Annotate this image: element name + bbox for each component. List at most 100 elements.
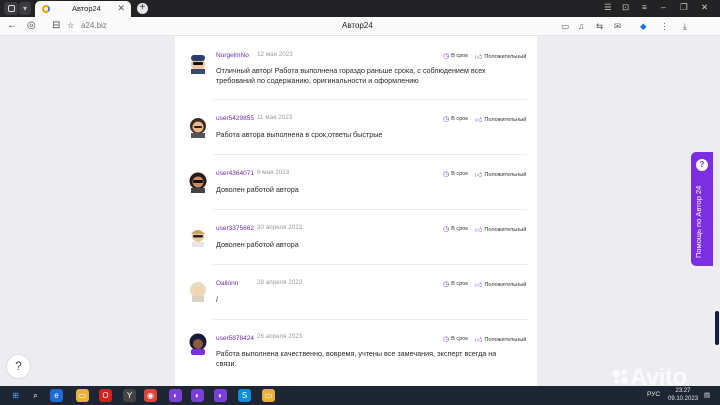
user-avatar-cap	[191, 55, 205, 74]
notifications-icon[interactable]: ▤	[704, 391, 710, 399]
page-viewport: NurgelmNo 12 мая 2023 ◷ В срок 👍︎ Положите…	[0, 36, 720, 386]
thumbs-up-icon: 👍︎	[475, 227, 483, 234]
positive-badge: 👍︎ Положительный	[475, 226, 527, 235]
lock-icon[interactable]: ⊟	[52, 20, 60, 31]
tab-title: Автор24	[72, 4, 101, 13]
clock-icon: ◷	[443, 116, 450, 123]
download-icon[interactable]: ⤓	[683, 21, 687, 32]
review-username[interactable]: user4364071	[216, 170, 254, 177]
minimize-icon[interactable]: –	[661, 2, 666, 12]
on-time-badge: ◷ В срок	[443, 336, 468, 343]
browser-tab-strip: ▾ Автор24 ✕ + ☰ ⊡ ≡ – ❐ ✕	[0, 0, 720, 17]
clock-icon: ◷	[443, 281, 450, 288]
review-text: Отличный автор! Работа выполнена гораздо…	[216, 66, 486, 85]
positive-badge: 👍︎ Положительный	[475, 281, 527, 290]
reviews-list: NurgelmNo 12 мая 2023 ◷ В срок 👍︎ Положите…	[175, 36, 537, 386]
review-date: 6 мая 2023	[257, 169, 290, 176]
file-explorer-icon[interactable]: ▭	[76, 389, 89, 402]
review-date: 30 апреля 2023	[257, 224, 303, 231]
question-icon: ?	[696, 159, 708, 171]
review-username[interactable]: NurgelmNo	[216, 52, 249, 59]
user-avatar-sunglasses	[189, 172, 207, 193]
thumbs-up-icon: 👍︎	[475, 282, 483, 289]
mail-icon[interactable]: ✉	[614, 21, 621, 32]
tabs-dropdown-button[interactable]: ▾	[19, 2, 31, 15]
positive-badge: 👍︎ Положительный	[475, 171, 527, 180]
app-icon-1[interactable]: ◐	[169, 389, 182, 402]
review-date: 28 апреля 2023	[257, 279, 303, 286]
review-username[interactable]: user5878424	[216, 335, 254, 342]
search-icon[interactable]: ⌕	[29, 389, 42, 402]
yandex-browser-icon[interactable]: Y	[123, 389, 136, 402]
thumbs-up-icon: 👍︎	[475, 117, 483, 124]
thumbs-up-icon: 👍︎	[475, 54, 483, 61]
new-tab-button[interactable]: +	[137, 3, 148, 14]
chrome-icon[interactable]: ◉	[144, 389, 157, 402]
on-time-badge: ◷ В срок	[443, 116, 468, 123]
windows-start-icon[interactable]: ⊞	[9, 389, 22, 402]
review-text: Работа выполнена качественно, вовремя, у…	[216, 349, 497, 368]
review-item: user4364071 6 мая 2023 ◷ В срок 👍︎ Положит…	[175, 155, 537, 210]
review-item: NurgelmNo 12 мая 2023 ◷ В срок 👍︎ Положите…	[175, 36, 537, 100]
site-settings-icon[interactable]: ◎	[27, 20, 36, 31]
clock-icon: ◷	[443, 171, 450, 178]
review-item: user3375662 30 апреля 2023 ◷ В срок 👍︎ Пол…	[175, 210, 537, 265]
user-avatar-curly	[189, 333, 207, 355]
review-username[interactable]: user3375662	[216, 225, 254, 232]
review-item: Oallonn 28 апреля 2023 ◷ В срок 👍︎ Положит…	[175, 265, 537, 320]
address-bar: ← ◎ ⊟ ☆ a24.biz Автор24 ▭ ♫ ⇆ ✉ ◆ ⋮ ⤓	[0, 17, 720, 36]
review-item: user5429855 11 мая 2023 ◷ В срок 👍︎ Положи…	[175, 100, 537, 155]
close-window-icon[interactable]: ✕	[701, 2, 708, 13]
window-menu-icon[interactable]: ≡	[642, 2, 647, 12]
review-username[interactable]: Oallonn	[216, 280, 238, 287]
scrollbar-thumb[interactable]	[715, 311, 719, 345]
bookmarks-icon[interactable]: ☰	[604, 2, 612, 13]
shield-icon[interactable]: ◆	[640, 21, 647, 32]
headphones-icon[interactable]: ♫	[578, 21, 584, 31]
browser-tab-active[interactable]: Автор24 ✕	[35, 1, 131, 17]
review-date: 12 мая 2023	[257, 51, 293, 58]
watermark-text: Avito	[630, 364, 687, 391]
app-icon-3[interactable]: ◐	[214, 389, 227, 402]
maximize-icon[interactable]: ❐	[680, 2, 688, 13]
tabs-menu-button[interactable]	[4, 2, 18, 15]
help-tab-label: Помощь по Автор 24	[694, 185, 703, 258]
review-text: Доволен работой автора	[216, 240, 299, 249]
url-field[interactable]: a24.biz	[81, 21, 107, 30]
help-tab[interactable]: ? Помощь по Автор 24	[691, 152, 713, 266]
tabs-icon	[7, 5, 15, 12]
review-username[interactable]: user5429855	[216, 115, 254, 122]
positive-badge: 👍︎ Положительный	[475, 53, 527, 62]
avito-logo-icon	[612, 369, 628, 385]
on-time-badge: ◷ В срок	[443, 226, 468, 233]
site-favicon-icon	[42, 5, 50, 13]
pin-icon[interactable]: ⊡	[622, 2, 629, 13]
positive-badge: 👍︎ Положительный	[475, 116, 527, 125]
reader-icon[interactable]: ▭	[561, 21, 569, 32]
review-date: 11 мая 2023	[257, 114, 293, 121]
review-text: Доволен работой автора	[216, 185, 299, 194]
review-item: user5878424 26 апреля 2023 ◷ В срок 👍︎ Пол…	[175, 320, 537, 386]
page-title: Автор24	[342, 21, 373, 30]
skype-icon[interactable]: S	[238, 389, 251, 402]
translate-icon[interactable]: ⇆	[596, 21, 603, 32]
tab-close-icon[interactable]: ✕	[117, 3, 125, 14]
app-icon-2[interactable]: ◐	[191, 389, 204, 402]
review-text: Работа автора выполнена в срок,ответы бы…	[216, 130, 383, 139]
back-arrow-icon[interactable]: ←	[7, 20, 17, 31]
clock-icon: ◷	[443, 53, 450, 60]
folder-icon[interactable]: ▭	[262, 389, 275, 402]
user-avatar-woman	[190, 118, 206, 138]
opera-icon[interactable]: O	[99, 389, 112, 402]
positive-badge: 👍︎ Положительный	[475, 336, 527, 345]
extensions-icon[interactable]: ⋮	[660, 21, 669, 32]
star-icon[interactable]: ☆	[67, 21, 74, 30]
edge-icon[interactable]: e	[50, 389, 63, 402]
language-indicator[interactable]: РУС	[647, 391, 660, 398]
clock-icon: ◷	[443, 226, 450, 233]
user-avatar-blonde	[190, 282, 206, 302]
help-chat-button[interactable]: ?	[6, 354, 31, 379]
on-time-badge: ◷ В срок	[443, 281, 468, 288]
thumbs-up-icon: 👍︎	[475, 172, 483, 179]
clock-icon: ◷	[443, 336, 450, 343]
